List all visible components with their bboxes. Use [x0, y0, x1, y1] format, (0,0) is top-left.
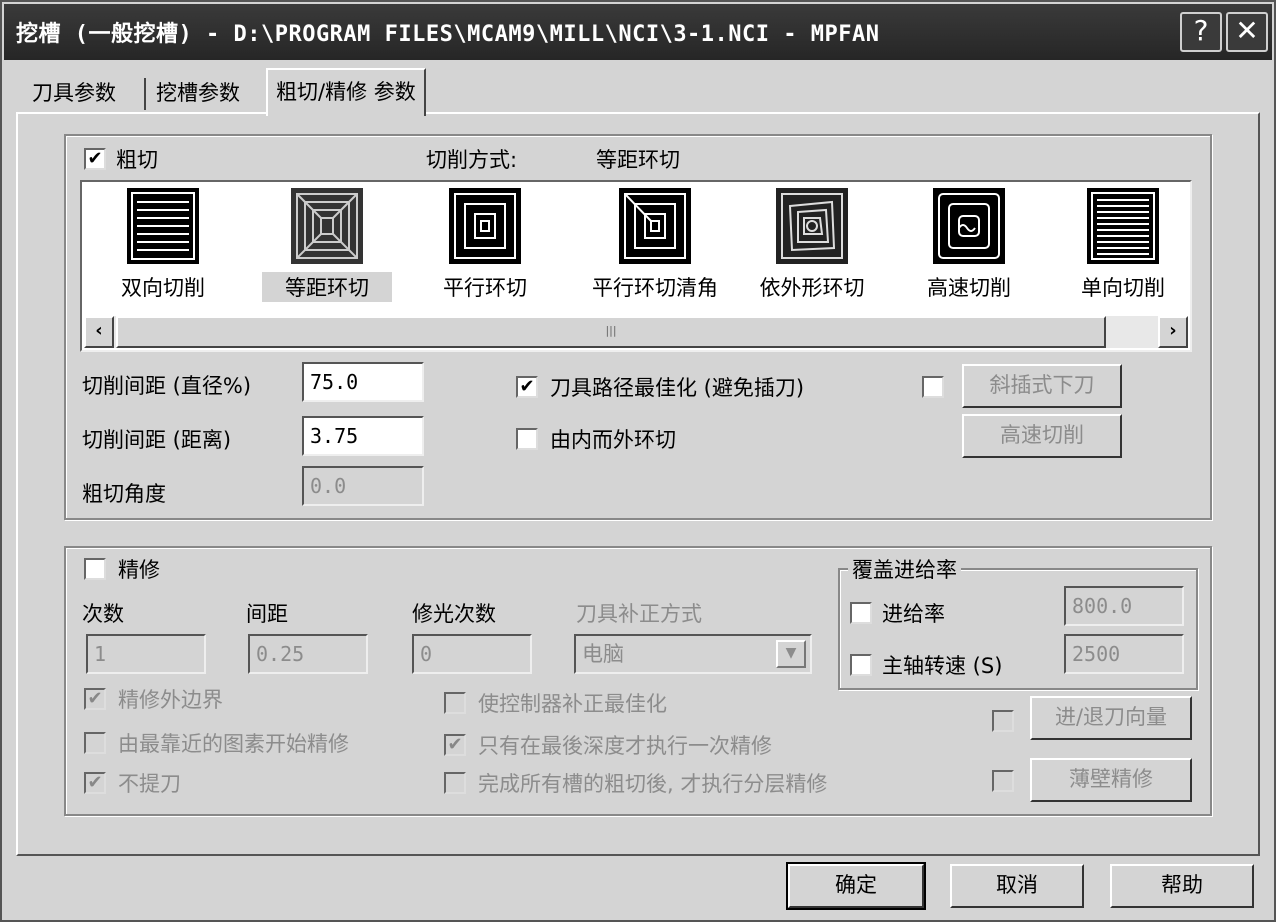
tab-rough-finish-parameters[interactable]: 粗切/精修 参数 [266, 68, 426, 116]
after-all-rough-label: 完成所有槽的粗切後, 才执行分层精修 [478, 772, 828, 796]
one-way-icon [1087, 188, 1159, 264]
finish-label: 精修 [118, 558, 160, 582]
strategy-label: 高速切削 [927, 276, 1011, 300]
thin-wall-checkbox[interactable] [992, 770, 1014, 792]
help-title-button[interactable]: ? [1180, 12, 1222, 52]
override-feed-label: 进给率 [882, 602, 945, 626]
cancel-button[interactable]: 取消 [950, 864, 1084, 908]
optimize-control-label: 使控制器补正最佳化 [478, 692, 667, 716]
strategy-one-way[interactable]: 单向切削 [1058, 188, 1188, 302]
strategy-parallel-spiral-clean-corners[interactable]: 平行环切清角 [570, 188, 740, 302]
stepover-pct-label: 切削间距 (直径%) [82, 374, 252, 398]
cutting-method-label: 切削方式: [426, 148, 518, 172]
strategy-high-speed[interactable]: 高速切削 [904, 188, 1034, 302]
strategy-label: 平行环切 [443, 276, 527, 300]
tab-pocketing-parameters[interactable]: 挖槽参数 [148, 74, 248, 114]
parallel-spiral-icon [449, 188, 521, 264]
title-bar: 挖槽 (一般挖槽) - D:\PROGRAM FILES\MCAM9\MILL\… [4, 4, 1272, 60]
spring-passes-input[interactable]: 0 [412, 634, 532, 674]
start-closest-label: 由最靠近的图素开始精修 [118, 732, 349, 756]
high-speed-button[interactable]: 高速切削 [962, 414, 1122, 458]
cutter-comp-value: 电脑 [582, 642, 624, 666]
stepover-dist-label: 切削间距 (距离) [82, 428, 232, 452]
rough-checkbox[interactable]: ✔ [84, 148, 106, 170]
tab-tool-parameters[interactable]: 刀具参数 [24, 74, 124, 114]
help-button[interactable]: 帮助 [1110, 864, 1254, 908]
strategy-morph-spiral[interactable]: 依外形环切 [742, 188, 882, 302]
strategy-zigzag[interactable]: 双向切削 [98, 188, 228, 302]
thin-wall-button[interactable]: 薄壁精修 [1030, 758, 1192, 802]
finish-passes-label: 次数 [82, 602, 124, 626]
strategy-scrollbar[interactable]: ‹ ||| › [84, 316, 1188, 348]
final-depth-only-checkbox[interactable]: ✔ [444, 734, 466, 756]
spring-passes-label: 修光次数 [412, 602, 496, 626]
ok-button[interactable]: 确定 [786, 862, 926, 910]
lead-in-out-checkbox[interactable] [992, 710, 1014, 732]
start-closest-checkbox[interactable] [84, 732, 106, 754]
strategy-label: 平行环切清角 [592, 276, 718, 300]
override-feed-input[interactable]: 800.0 [1064, 586, 1184, 626]
finish-spacing-label: 间距 [246, 602, 288, 626]
lead-in-out-button[interactable]: 进/退刀向量 [1030, 696, 1192, 740]
finish-passes-input[interactable]: 1 [86, 634, 206, 674]
window-title: 挖槽 (一般挖槽) - D:\PROGRAM FILES\MCAM9\MILL\… [16, 22, 880, 47]
ramp-entry-checkbox[interactable] [922, 376, 944, 398]
scroll-thumb[interactable]: ||| [116, 316, 1106, 348]
spiral-inside-out-label: 由内而外环切 [550, 428, 676, 452]
tab-separator [144, 78, 146, 110]
outer-boundary-checkbox[interactable]: ✔ [84, 688, 106, 710]
constant-overlap-spiral-icon [291, 188, 363, 264]
minimize-plunge-checkbox[interactable]: ✔ [516, 376, 538, 398]
dialog-window: 挖槽 (一般挖槽) - D:\PROGRAM FILES\MCAM9\MILL\… [0, 0, 1276, 922]
cutter-comp-select[interactable]: 电脑 ▼ [574, 634, 812, 674]
stepover-pct-input[interactable]: 75.0 [302, 362, 424, 402]
close-button[interactable]: ✕ [1226, 12, 1268, 52]
after-all-rough-checkbox[interactable] [444, 772, 466, 794]
strategy-label: 等距环切 [262, 272, 392, 302]
finish-spacing-input[interactable]: 0.25 [248, 634, 368, 674]
chevron-down-icon[interactable]: ▼ [776, 640, 806, 668]
override-spindle-checkbox[interactable] [850, 654, 872, 676]
keep-tool-down-label: 不提刀 [118, 772, 181, 796]
ramp-entry-button[interactable]: 斜插式下刀 [962, 364, 1122, 408]
zigzag-icon [127, 188, 199, 264]
scroll-left-icon[interactable]: ‹ [84, 316, 114, 348]
strategy-label: 依外形环切 [759, 276, 865, 300]
scroll-right-icon[interactable]: › [1158, 316, 1188, 348]
cutter-comp-label: 刀具补正方式 [576, 602, 702, 626]
strategy-label: 双向切削 [121, 276, 205, 300]
override-spindle-input[interactable]: 2500 [1064, 634, 1184, 674]
strategy-constant-overlap-spiral[interactable]: 等距环切 [262, 188, 392, 302]
rough-label: 粗切 [116, 148, 158, 172]
minimize-plunge-label: 刀具路径最佳化 (避免插刀) [550, 376, 805, 400]
strategy-list: 双向切削 等距环切 平行环切 平行环切清角 依外形环切 高速切削 单向切削 ‹ … [80, 180, 1192, 352]
override-spindle-label: 主轴转速 (S) [882, 654, 1003, 678]
rough-angle-input[interactable]: 0.0 [302, 466, 424, 506]
rough-angle-label: 粗切角度 [82, 482, 166, 506]
morph-spiral-icon [776, 188, 848, 264]
keep-tool-down-checkbox[interactable]: ✔ [84, 772, 106, 794]
strategy-label: 单向切削 [1081, 276, 1165, 300]
override-feed-title: 覆盖进给率 [848, 554, 961, 584]
override-feed-checkbox[interactable] [850, 602, 872, 624]
outer-boundary-label: 精修外边界 [118, 688, 223, 712]
final-depth-only-label: 只有在最後深度才执行一次精修 [478, 734, 772, 758]
optimize-control-checkbox[interactable] [444, 692, 466, 714]
stepover-dist-input[interactable]: 3.75 [302, 416, 424, 456]
spiral-inside-out-checkbox[interactable] [516, 428, 538, 450]
strategy-parallel-spiral[interactable]: 平行环切 [420, 188, 550, 302]
finish-checkbox[interactable] [84, 558, 106, 580]
high-speed-icon [933, 188, 1005, 264]
cutting-method-value: 等距环切 [596, 148, 680, 172]
parallel-spiral-clean-corners-icon [619, 188, 691, 264]
